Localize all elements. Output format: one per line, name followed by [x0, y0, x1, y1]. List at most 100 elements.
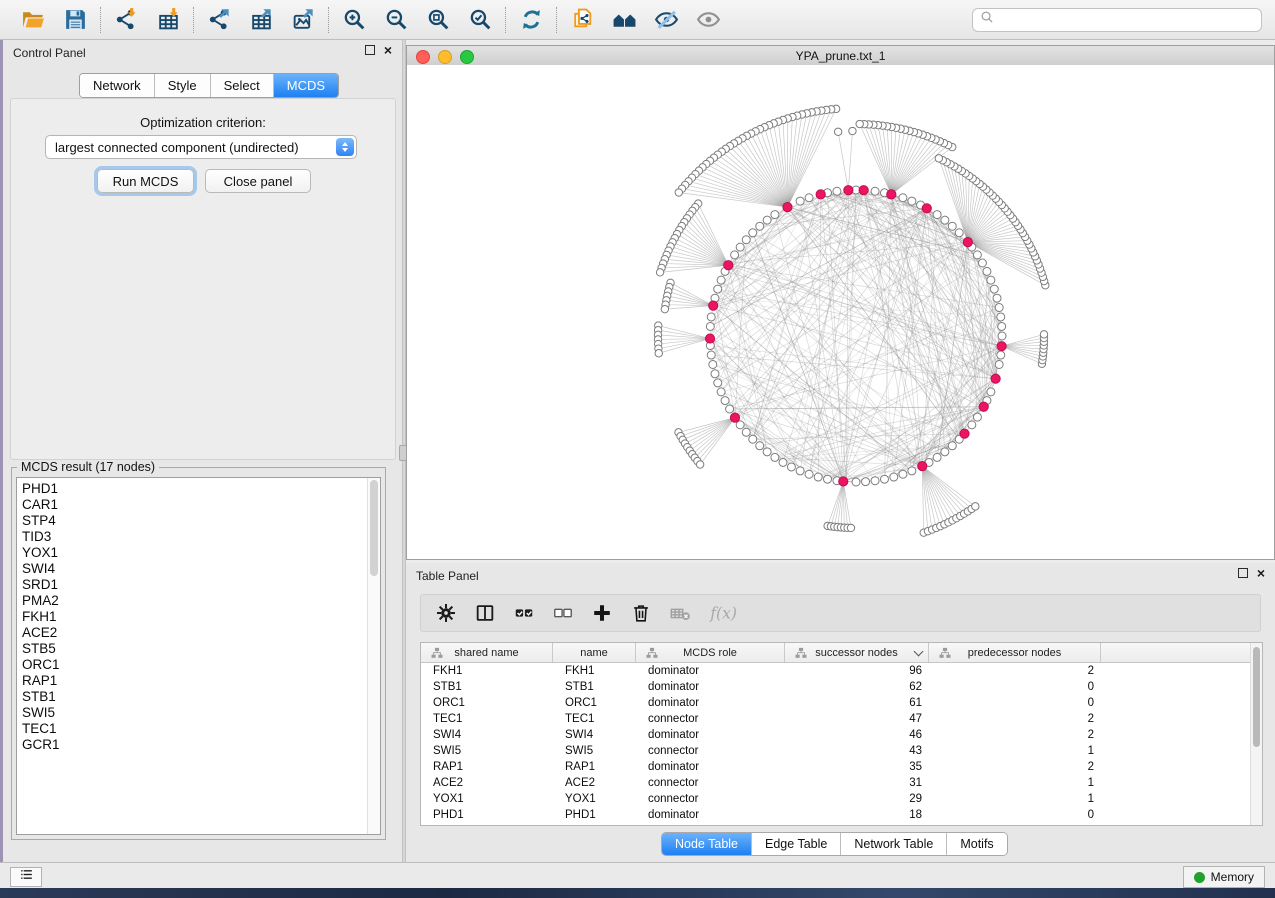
mcds-result-item[interactable]: YOX1	[17, 545, 380, 561]
table-cell[interactable]: connector	[636, 775, 785, 791]
table-cell[interactable]: 0	[929, 807, 1101, 823]
hide-selected-icon[interactable]	[652, 6, 680, 34]
zoom-out-icon[interactable]	[382, 6, 410, 34]
float-panel-icon[interactable]	[365, 45, 375, 55]
table-cell[interactable]: PHD1	[421, 807, 553, 823]
mcds-result-item[interactable]: TID3	[17, 529, 380, 545]
table-row[interactable]: TEC1TEC1connector472	[421, 711, 1262, 727]
minimize-traffic-light[interactable]	[438, 50, 452, 64]
table-row[interactable]: ORC1ORC1dominator610	[421, 695, 1262, 711]
table-scrollbar[interactable]	[1250, 643, 1262, 825]
export-network-icon[interactable]	[205, 6, 233, 34]
mcds-result-item[interactable]: STB1	[17, 689, 380, 705]
table-cell[interactable]: dominator	[636, 695, 785, 711]
sort-caret-icon[interactable]	[914, 646, 924, 656]
table-cell[interactable]: FKH1	[421, 663, 553, 679]
table-row[interactable]: RAP1RAP1dominator352	[421, 759, 1262, 775]
close-traffic-light[interactable]	[416, 50, 430, 64]
export-table-icon[interactable]	[247, 6, 275, 34]
column-header-name[interactable]: name	[553, 643, 636, 662]
table-scrollbar-thumb[interactable]	[1253, 647, 1260, 747]
mcds-result-item[interactable]: STP4	[17, 513, 380, 529]
export-image-icon[interactable]	[289, 6, 317, 34]
tab-motifs[interactable]: Motifs	[946, 833, 1006, 855]
network-canvas[interactable]	[407, 65, 1274, 559]
table-row[interactable]: SWI4SWI4dominator462	[421, 727, 1262, 743]
table-cell[interactable]: 1	[929, 775, 1101, 791]
table-cell[interactable]: ORC1	[421, 695, 553, 711]
run-mcds-button[interactable]: Run MCDS	[97, 169, 194, 193]
tab-network[interactable]: Network	[80, 74, 154, 97]
table-cell[interactable]: dominator	[636, 679, 785, 695]
criterion-select[interactable]: largest connected component (undirected)	[45, 135, 357, 159]
table-cell[interactable]: TEC1	[421, 711, 553, 727]
mcds-result-item[interactable]: RAP1	[17, 673, 380, 689]
table-row[interactable]: FKH1FKH1dominator962	[421, 663, 1262, 679]
table-row[interactable]: PHD1PHD1dominator180	[421, 807, 1262, 823]
search-field[interactable]	[972, 8, 1262, 32]
table-cell[interactable]: dominator	[636, 807, 785, 823]
mcds-result-item[interactable]: GCR1	[17, 737, 380, 753]
float-table-panel-icon[interactable]	[1238, 568, 1248, 578]
zoom-in-icon[interactable]	[340, 6, 368, 34]
mcds-result-item[interactable]: PHD1	[17, 481, 380, 497]
table-cell[interactable]: connector	[636, 711, 785, 727]
table-cell[interactable]: SWI4	[421, 727, 553, 743]
column-header-shared-name[interactable]: shared name	[421, 643, 553, 662]
import-network-icon[interactable]	[112, 6, 140, 34]
table-cell[interactable]: 31	[785, 775, 929, 791]
duplicate-network-icon[interactable]	[568, 6, 596, 34]
table-row[interactable]: ACE2ACE2connector311	[421, 775, 1262, 791]
tab-select[interactable]: Select	[210, 74, 273, 97]
table-cell[interactable]: ACE2	[553, 775, 636, 791]
import-table-icon[interactable]	[154, 6, 182, 34]
trash-icon[interactable]	[630, 601, 652, 625]
table-cell[interactable]: 2	[929, 663, 1101, 679]
close-panel-icon[interactable]: ×	[384, 45, 392, 55]
table-cell[interactable]: 29	[785, 791, 929, 807]
tab-mcds[interactable]: MCDS	[273, 74, 338, 97]
table-cell[interactable]: PHD1	[553, 807, 636, 823]
mcds-result-item[interactable]: PMA2	[17, 593, 380, 609]
table-cell[interactable]: dominator	[636, 759, 785, 775]
checked-pair-icon[interactable]	[513, 601, 535, 625]
table-cell[interactable]: 2	[929, 727, 1101, 743]
refresh-icon[interactable]	[517, 6, 545, 34]
table-cell[interactable]: ORC1	[553, 695, 636, 711]
table-cell[interactable]: STB1	[421, 679, 553, 695]
table-cell[interactable]: 0	[929, 679, 1101, 695]
mcds-result-item[interactable]: ORC1	[17, 657, 380, 673]
zoom-selected-icon[interactable]	[466, 6, 494, 34]
table-cell[interactable]: 2	[929, 711, 1101, 727]
save-icon[interactable]	[61, 6, 89, 34]
table-cell[interactable]: RAP1	[553, 759, 636, 775]
table-cell[interactable]: 2	[929, 759, 1101, 775]
mcds-list-scrollbar[interactable]	[367, 478, 380, 834]
table-cell[interactable]: connector	[636, 743, 785, 759]
mcds-result-item[interactable]: SWI4	[17, 561, 380, 577]
table-cell[interactable]: YOX1	[553, 791, 636, 807]
table-cell[interactable]: STB1	[553, 679, 636, 695]
table-cell[interactable]: connector	[636, 791, 785, 807]
mcds-result-item[interactable]: FKH1	[17, 609, 380, 625]
tab-edge-table[interactable]: Edge Table	[751, 833, 840, 855]
table-cell[interactable]: SWI5	[553, 743, 636, 759]
show-all-icon[interactable]	[694, 6, 722, 34]
mcds-result-item[interactable]: TEC1	[17, 721, 380, 737]
close-panel-button[interactable]: Close panel	[205, 169, 311, 193]
first-neighbors-icon[interactable]	[610, 6, 638, 34]
table-cell[interactable]: TEC1	[553, 711, 636, 727]
table-cell[interactable]: SWI5	[421, 743, 553, 759]
column-header-MCDS-role[interactable]: MCDS role	[636, 643, 785, 662]
panel-menu-button[interactable]	[10, 867, 42, 887]
plus-icon[interactable]	[591, 601, 613, 625]
table-cell[interactable]: FKH1	[553, 663, 636, 679]
mcds-result-item[interactable]: ACE2	[17, 625, 380, 641]
memory-button[interactable]: Memory	[1183, 866, 1265, 888]
table-cell[interactable]: 47	[785, 711, 929, 727]
mcds-result-item[interactable]: SWI5	[17, 705, 380, 721]
open-folder-icon[interactable]	[19, 6, 47, 34]
table-cell[interactable]: 62	[785, 679, 929, 695]
gear-icon[interactable]	[435, 601, 457, 625]
table-cell[interactable]: 1	[929, 791, 1101, 807]
